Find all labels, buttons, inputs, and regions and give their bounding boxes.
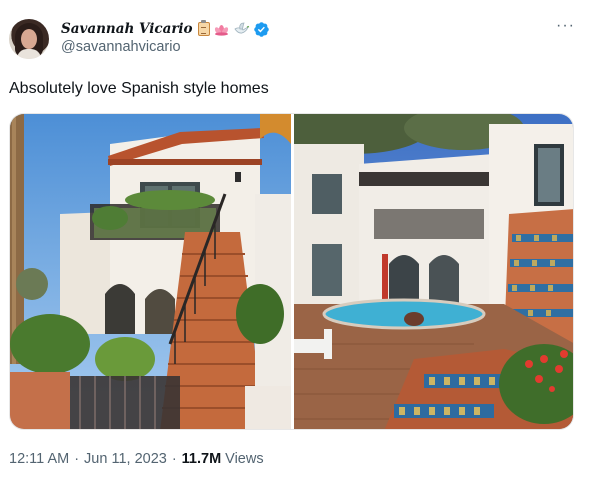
media-grid: [9, 113, 574, 430]
more-icon: ···: [556, 17, 575, 34]
more-options-button[interactable]: ···: [556, 17, 575, 34]
tweet-date[interactable]: Jun 11, 2023: [84, 451, 167, 467]
views-count[interactable]: 11.7M: [182, 451, 222, 467]
author-handle[interactable]: @savannahvicario: [61, 39, 181, 55]
tweet-text: Absolutely love Spanish style homes: [9, 80, 269, 97]
author-display-name[interactable]: Savannah Vicario: [61, 21, 193, 37]
photo-courtyard-pool[interactable]: [294, 114, 573, 429]
avatar[interactable]: [9, 19, 49, 59]
tweet-time[interactable]: 12:11 AM: [9, 451, 69, 467]
lotus-icon: [213, 22, 230, 36]
clipboard-icon: [197, 20, 210, 36]
meta-separator: ·: [74, 451, 80, 467]
views-label: Views: [225, 451, 264, 467]
meta-separator-2: ·: [171, 451, 177, 467]
avatar-face: [21, 29, 37, 49]
tweet-card: Savannah Vicario @savannahvicario ··· Ab…: [0, 0, 592, 477]
author-name-row: Savannah Vicario: [61, 19, 270, 39]
verified-badge-icon[interactable]: [253, 21, 270, 38]
dove-icon: [233, 22, 250, 36]
tweet-meta: 12:11 AM · Jun 11, 2023 · 11.7M Views: [9, 451, 264, 467]
photo-house-staircase[interactable]: [10, 114, 291, 429]
avatar-body: [17, 49, 41, 59]
